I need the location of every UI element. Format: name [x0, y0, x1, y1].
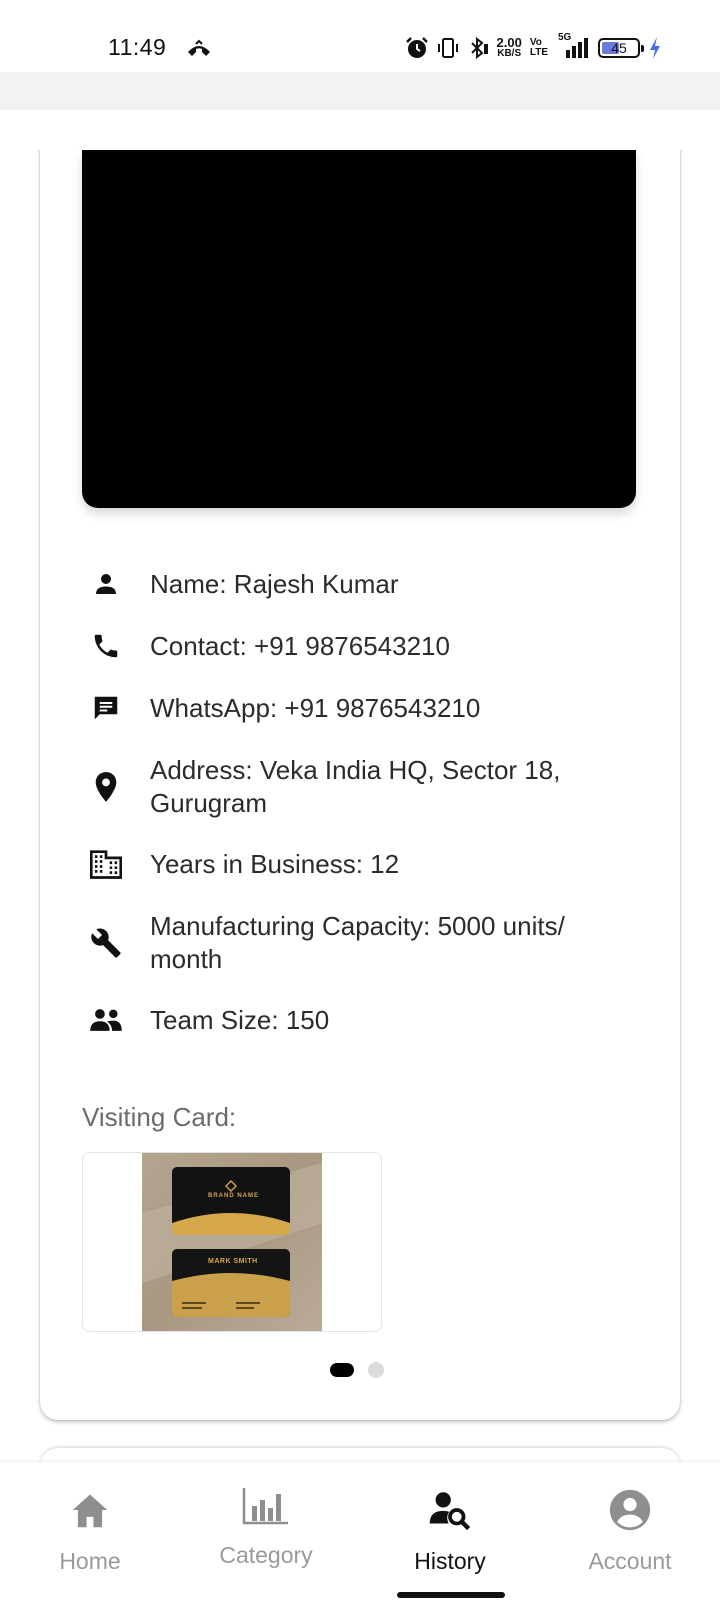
- home-indicator: [397, 1592, 505, 1598]
- nav-label: History: [414, 1548, 486, 1574]
- nav-category[interactable]: Category: [176, 1462, 356, 1600]
- location-pin-icon: [86, 754, 126, 820]
- media-viewer[interactable]: [82, 150, 636, 508]
- detail-text: Name: Rajesh Kumar: [150, 569, 399, 599]
- detail-contact[interactable]: Contact: +91 9876543210: [86, 630, 620, 663]
- bar-chart-icon: [242, 1484, 290, 1528]
- nav-label: Account: [588, 1548, 672, 1574]
- detail-text: WhatsApp: +91 9876543210: [150, 693, 481, 723]
- detail-text: Team Size: 150: [150, 1005, 330, 1035]
- detail-address: Address: Veka India HQ, Sector 18, Gurug…: [86, 754, 620, 820]
- nav-history[interactable]: History: [360, 1462, 540, 1600]
- nav-account[interactable]: Account: [540, 1462, 720, 1600]
- visiting-card-image: BRAND NAME MARK SMITH: [142, 1153, 322, 1331]
- detail-text: Address: Veka India HQ, Sector 18, Gurug…: [150, 755, 561, 818]
- status-bar: 11:49 2.00 KB/S Vo LTE 5G 45: [0, 0, 720, 72]
- battery-icon: 45: [598, 38, 644, 58]
- detail-capacity: Manufacturing Capacity: 5000 units/ mont…: [86, 910, 620, 976]
- carousel-dot[interactable]: [368, 1362, 384, 1378]
- visiting-card-label: Visiting Card:: [82, 1102, 237, 1132]
- signal-icon: 5G: [556, 32, 590, 60]
- account-circle-icon: [608, 1488, 652, 1532]
- detail-name: Name: Rajesh Kumar: [86, 568, 620, 601]
- building-icon: [86, 848, 126, 880]
- carousel-indicator: [330, 1362, 384, 1378]
- card-name-text: MARK SMITH: [208, 1258, 258, 1265]
- wrench-icon: [86, 910, 126, 976]
- nav-home[interactable]: Home: [0, 1462, 180, 1600]
- network-speed: 2.00 KB/S: [496, 35, 522, 59]
- nav-label: Category: [219, 1542, 313, 1568]
- card-brand-text: BRAND NAME: [208, 1193, 259, 1199]
- missed-call-icon: [188, 39, 210, 56]
- status-time: 11:49: [108, 34, 167, 60]
- nav-label: Home: [59, 1548, 121, 1574]
- bluetooth-icon: [470, 36, 488, 60]
- alarm-icon: [405, 37, 428, 58]
- carousel-dot-active[interactable]: [330, 1363, 354, 1377]
- detail-team-size: Team Size: 150: [86, 1004, 620, 1037]
- header-band: [0, 72, 720, 110]
- vibrate-icon: [437, 38, 458, 58]
- detail-whatsapp[interactable]: WhatsApp: +91 9876543210: [86, 692, 620, 725]
- detail-text: Years in Business: 12: [150, 849, 400, 879]
- detail-years: Years in Business: 12: [86, 848, 620, 881]
- detail-text: Manufacturing Capacity: 5000 units/ mont…: [150, 911, 565, 974]
- phone-icon: [86, 630, 126, 662]
- volte-indicator: Vo LTE: [529, 37, 548, 58]
- detail-text: Contact: +91 9876543210: [150, 631, 450, 661]
- visiting-card-thumbnail[interactable]: BRAND NAME MARK SMITH: [82, 1152, 382, 1332]
- person-search-icon: [428, 1488, 472, 1532]
- home-icon: [69, 1488, 111, 1532]
- chat-icon: [86, 692, 126, 724]
- person-icon: [86, 568, 126, 600]
- group-icon: [86, 1004, 126, 1036]
- card-top-edge: [34, 110, 686, 150]
- charging-icon: [650, 37, 660, 59]
- bottom-navigation: Home Category History Account: [0, 1462, 720, 1600]
